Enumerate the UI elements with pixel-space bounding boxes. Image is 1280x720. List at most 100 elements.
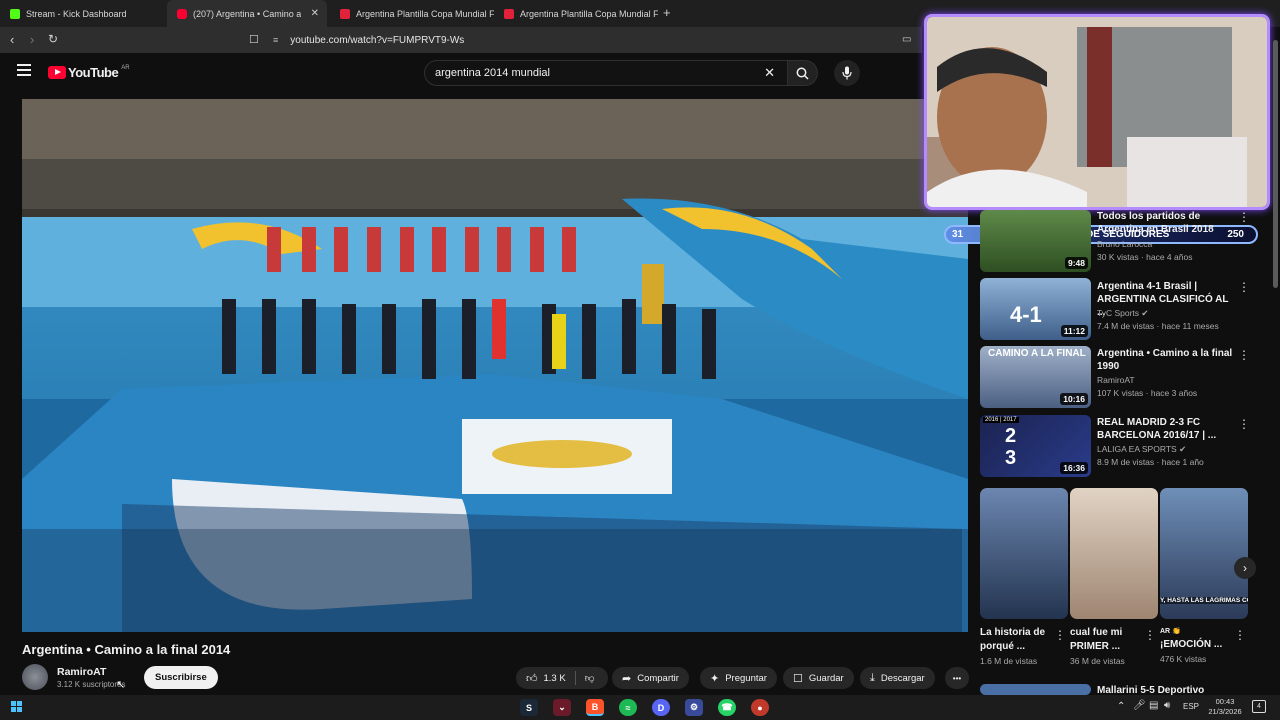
- ask-button[interactable]: ✦ Preguntar: [700, 667, 777, 689]
- whatsapp-icon[interactable]: ☎: [718, 699, 736, 716]
- video-meta: 30 K vistas · hace 4 años: [1097, 252, 1193, 262]
- short-thumbnail[interactable]: Y, HASTA LAS LÁGRIMAS CON: [1160, 488, 1248, 619]
- more-options-icon[interactable]: ⋮: [1238, 280, 1250, 294]
- share-icon: ➦: [622, 672, 632, 685]
- page-scrollbar[interactable]: [1273, 40, 1278, 288]
- video-thumbnail[interactable]: 2016 | 2017 23 16:36: [980, 415, 1091, 477]
- discord-icon[interactable]: D: [652, 699, 670, 716]
- thumbnail-score: 4-1: [1010, 302, 1042, 327]
- search-input[interactable]: argentina 2014 mundial ✕: [424, 60, 788, 86]
- thumbs-up-icon[interactable]: 👍︎: [526, 672, 538, 685]
- short-item[interactable]: La historia de porqué ... 1.6 M de vista…: [980, 488, 1068, 666]
- back-icon[interactable]: ‹: [10, 32, 14, 47]
- short-title[interactable]: ¡EMOCIÓN ...: [1160, 638, 1232, 652]
- video-thumbnail[interactable]: CAMINO A LA FINAL 10:16: [980, 346, 1091, 408]
- download-button[interactable]: ⤓ Descargar: [860, 667, 935, 689]
- recommendation-title[interactable]: REAL MADRID 2-3 FC BARCELONA 2016/17 | .…: [1097, 416, 1237, 442]
- short-thumbnail[interactable]: [980, 488, 1068, 619]
- cast-icon[interactable]: ▭: [902, 34, 911, 45]
- thumbnail-caption: CAMINO A LA FINAL: [988, 348, 1086, 359]
- app-icon[interactable]: ⌄: [553, 699, 571, 716]
- close-tab-icon[interactable]: ✕: [311, 8, 319, 19]
- channel-name[interactable]: Bruno Larocca: [1097, 239, 1152, 249]
- more-options-icon[interactable]: ⋮: [1144, 628, 1156, 642]
- tab-label: Argentina Plantilla Copa Mundial FIFA: [520, 8, 658, 19]
- clear-search-icon[interactable]: ✕: [764, 65, 775, 81]
- forward-icon[interactable]: ›: [30, 32, 34, 47]
- voice-search-button[interactable]: [834, 60, 860, 86]
- fifa-favicon-icon: [340, 8, 350, 19]
- youtube-logo[interactable]: YouTube AR: [48, 65, 130, 80]
- reload-icon[interactable]: ↻: [48, 32, 58, 46]
- search-button[interactable]: [788, 60, 818, 86]
- new-tab-button[interactable]: +: [663, 5, 671, 20]
- tray-chevron-up-icon[interactable]: ⌃: [1117, 701, 1125, 712]
- youtube-header: YouTube AR argentina 2014 mundial ✕: [0, 53, 968, 93]
- recommendation-item[interactable]: Mallarini 5-5 Deportivo Casabo |: [980, 684, 1270, 695]
- short-thumbnail[interactable]: [1070, 488, 1158, 619]
- like-count[interactable]: 1.3 K: [544, 673, 566, 684]
- download-icon: ⤓: [870, 671, 875, 684]
- browser-tab-active[interactable]: (207) Argentina • Camino a la final ✕: [167, 0, 327, 27]
- url-field[interactable]: ≡ youtube.com/watch?v=FUMPRVT9-Ws: [243, 30, 918, 50]
- webcam-feed: [927, 17, 1267, 207]
- more-options-icon[interactable]: ⋮: [1238, 210, 1250, 224]
- recommendation-item[interactable]: 9:48 Todos los partidos de Argentina en …: [980, 210, 1270, 276]
- verified-icon: ✔: [1141, 308, 1149, 318]
- short-title[interactable]: La historia de porqué ...: [980, 626, 1052, 654]
- site-info-icon[interactable]: ≡: [273, 35, 278, 45]
- download-label: Descargar: [880, 672, 925, 684]
- recommendation-item[interactable]: 2016 | 2017 23 16:36 REAL MADRID 2-3 FC …: [980, 415, 1270, 481]
- channel-avatar[interactable]: [22, 664, 48, 690]
- shorts-next-button[interactable]: ›: [1234, 557, 1256, 579]
- short-item[interactable]: cual fue mi PRIMER ... 36 M de vistas ⋮: [1070, 488, 1158, 666]
- browser-tab[interactable]: Stream - Kick Dashboard: [0, 0, 165, 27]
- clock[interactable]: 00:43 21/3/2026: [1207, 697, 1243, 717]
- short-item[interactable]: Y, HASTA LAS LÁGRIMAS CON AR 👏 ¡EMOCIÓN …: [1160, 488, 1248, 664]
- recording-app-icon[interactable]: ●: [751, 699, 769, 716]
- recommendation-title[interactable]: Todos los partidos de Argentina en Brasi…: [1097, 210, 1237, 236]
- video-thumbnail[interactable]: [980, 684, 1091, 695]
- recommendation-item[interactable]: CAMINO A LA FINAL 10:16 Argentina • Cami…: [980, 346, 1270, 412]
- windows-start-icon[interactable]: [11, 701, 22, 712]
- more-options-icon[interactable]: ⋮: [1054, 628, 1066, 642]
- settings-app-icon[interactable]: ⚙: [685, 699, 703, 716]
- channel-name[interactable]: RamiroAT: [1097, 375, 1135, 385]
- browser-tab[interactable]: Argentina Plantilla Copa Mundial FIFA: [494, 0, 658, 27]
- more-actions-button[interactable]: •••: [945, 667, 969, 689]
- menu-icon[interactable]: [17, 64, 31, 76]
- thumbs-down-icon[interactable]: 👎︎: [585, 672, 595, 684]
- steam-icon[interactable]: S: [520, 699, 538, 716]
- duration-badge: 11:12: [1060, 325, 1088, 337]
- language-indicator[interactable]: ESP: [1183, 702, 1199, 711]
- short-views: 36 M de vistas: [1070, 656, 1125, 666]
- video-thumbnail[interactable]: 4-1 11:12: [980, 278, 1091, 340]
- short-caption: Y, HASTA LAS LÁGRIMAS CON: [1160, 597, 1248, 604]
- more-options-icon[interactable]: ⋮: [1238, 417, 1250, 431]
- url-text: youtube.com/watch?v=FUMPRVT9-Ws: [290, 34, 465, 46]
- youtube-play-logo-icon: [48, 66, 66, 79]
- microphone-tray-icon[interactable]: 🎤︎: [1133, 700, 1146, 711]
- network-icon[interactable]: ▤: [1149, 700, 1158, 711]
- video-player[interactable]: [22, 99, 968, 632]
- video-thumbnail[interactable]: 9:48: [980, 210, 1091, 272]
- channel-name[interactable]: TyC Sports ✔: [1097, 308, 1149, 319]
- channel-name[interactable]: LALIGA EA SPORTS ✔: [1097, 444, 1186, 455]
- more-options-icon[interactable]: ⋮: [1238, 348, 1250, 362]
- short-title[interactable]: cual fue mi PRIMER ...: [1070, 626, 1142, 654]
- recommendation-title[interactable]: Mallarini 5-5 Deportivo Casabo |: [1097, 684, 1237, 695]
- notification-center-icon[interactable]: 4: [1252, 700, 1266, 713]
- microphone-icon: [842, 66, 852, 80]
- save-button[interactable]: ☐ Guardar: [783, 667, 854, 689]
- brave-browser-icon[interactable]: B: [586, 699, 604, 716]
- thumbnail-season: 2016 | 2017: [983, 417, 1019, 423]
- recommendation-item[interactable]: 4-1 11:12 Argentina 4-1 Brasil | ARGENTI…: [980, 278, 1270, 344]
- more-options-icon[interactable]: ⋮: [1234, 628, 1246, 642]
- recommendation-title[interactable]: Argentina • Camino a la final 1990: [1097, 347, 1237, 373]
- browser-tab[interactable]: Argentina Plantilla Copa Mundial FIFA: [330, 0, 494, 27]
- spotify-icon[interactable]: ≈: [619, 699, 637, 716]
- subscribe-button[interactable]: Suscribirse: [144, 666, 218, 689]
- share-button[interactable]: ➦ Compartir: [612, 667, 689, 689]
- channel-name[interactable]: RamiroAT: [57, 666, 106, 678]
- volume-icon[interactable]: 🔊︎: [1164, 700, 1170, 711]
